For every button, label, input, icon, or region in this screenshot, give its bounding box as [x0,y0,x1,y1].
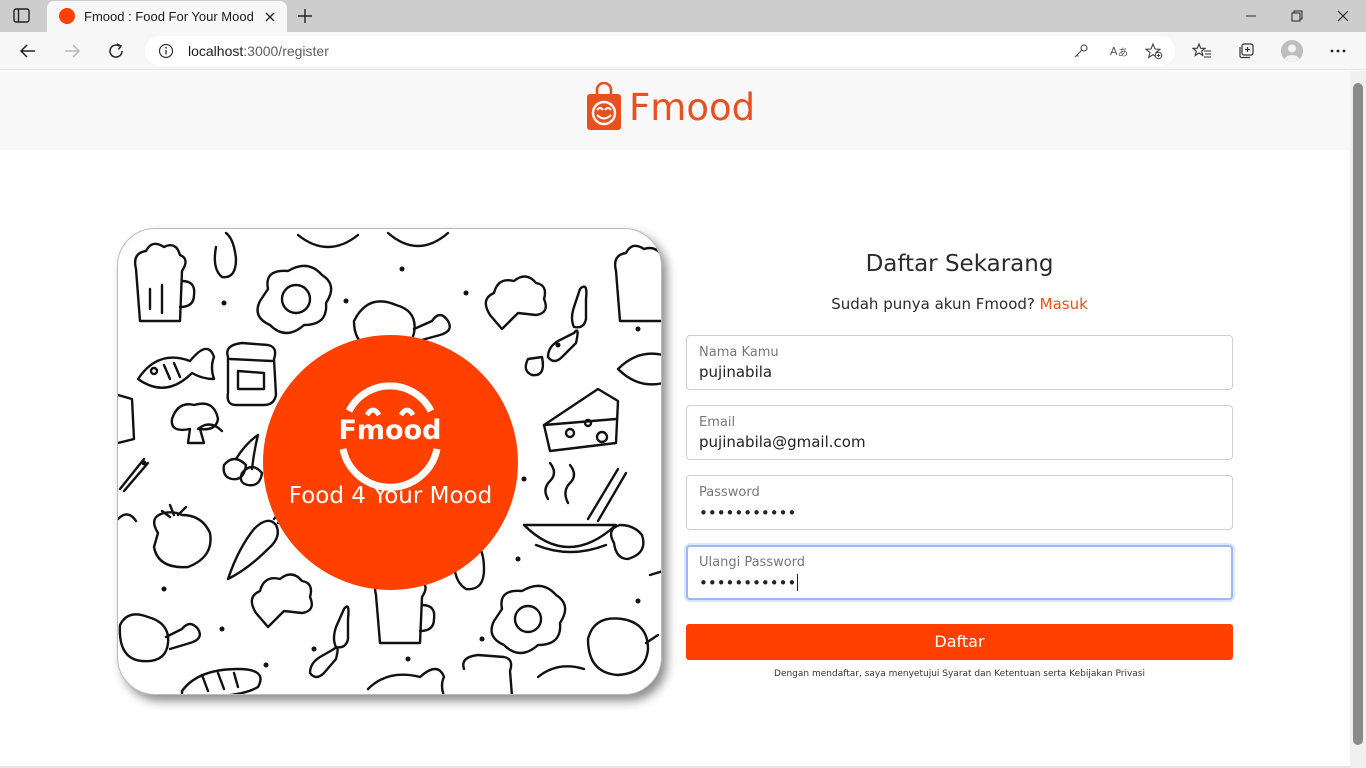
collections-icon[interactable] [1235,40,1257,62]
register-button[interactable]: Daftar [686,624,1233,660]
address-bar[interactable]: localhost:3000/register Aあ [145,36,1175,66]
name-value[interactable]: pujinabila [699,363,772,381]
hero-tagline: Food 4 Your Mood [288,483,493,509]
forward-arrow-icon[interactable] [61,40,83,62]
terms-notice: Dengan mendaftar, saya menyetujui Syarat… [774,669,1145,679]
add-favorite-icon[interactable] [1145,42,1163,60]
read-aloud-icon[interactable]: Aあ [1109,42,1127,60]
confirm-password-input[interactable]: ••••••••••• [699,574,799,592]
profile-avatar-icon[interactable] [1281,40,1303,62]
new-tab-icon[interactable] [296,7,314,25]
site-header: Fmood [0,71,1350,150]
more-menu-icon[interactable] [1327,40,1349,62]
back-arrow-icon[interactable] [17,40,39,62]
password-value[interactable]: ••••••••••• [699,504,796,522]
tab-actions-icon[interactable] [12,7,32,25]
password-label: Password [699,485,760,500]
confirm-password-label: Ulangi Password [699,555,806,570]
favorites-icon[interactable] [1191,40,1213,62]
url-path: :3000/register [243,43,329,59]
confirm-password-value: ••••••••••• [699,574,797,592]
browser-tab-strip: Fmood : Food For Your Mood [0,0,1366,32]
refresh-icon[interactable] [105,40,127,62]
form-subtitle: Sudah punya akun Fmood? Masuk [686,295,1233,313]
svg-text:あ: あ [1118,47,1127,59]
hero-brand-badge: Fmood Food 4 Your Mood [263,335,518,590]
tab-title: Fmood : Food For Your Mood [84,9,254,24]
svg-text:A: A [1110,45,1118,58]
browser-toolbar: localhost:3000/register Aあ [0,32,1366,70]
email-field[interactable]: Email pujinabila@gmail.com [686,405,1233,460]
form-title: Daftar Sekarang [865,251,1054,277]
close-window-icon[interactable] [1320,0,1366,32]
email-label: Email [699,415,736,430]
text-caret [797,574,799,591]
name-field[interactable]: Nama Kamu pujinabila [686,335,1233,390]
url-text: localhost:3000/register [188,43,329,59]
minimize-icon[interactable] [1228,0,1274,32]
shopping-bag-logo-icon [587,82,621,130]
brand-logo[interactable]: Fmood [585,81,755,133]
key-icon[interactable] [1072,42,1090,60]
close-tab-icon[interactable] [263,10,277,24]
name-label: Nama Kamu [699,345,779,360]
confirm-password-field[interactable]: Ulangi Password ••••••••••• [686,545,1233,600]
login-link[interactable]: Masuk [1040,295,1088,313]
password-field[interactable]: Password ••••••••••• [686,475,1233,530]
restore-icon[interactable] [1274,0,1320,32]
page-scrollbar[interactable] [1350,71,1366,768]
fmood-favicon-icon [59,8,75,24]
brand-name: Fmood [629,85,756,129]
site-info-icon[interactable] [158,43,174,59]
fmood-smile-logo-icon: Fmood [338,382,442,491]
url-host: localhost [188,43,244,59]
hero-illustration-card: Fmood Food 4 Your Mood [117,228,662,695]
browser-tab-active[interactable]: Fmood : Food For Your Mood [47,1,287,32]
scrollbar-thumb[interactable] [1353,83,1363,745]
hero-logo-text: Fmood [338,415,441,446]
login-prompt: Sudah punya akun Fmood? [831,295,1035,313]
email-value[interactable]: pujinabila@gmail.com [699,433,866,451]
